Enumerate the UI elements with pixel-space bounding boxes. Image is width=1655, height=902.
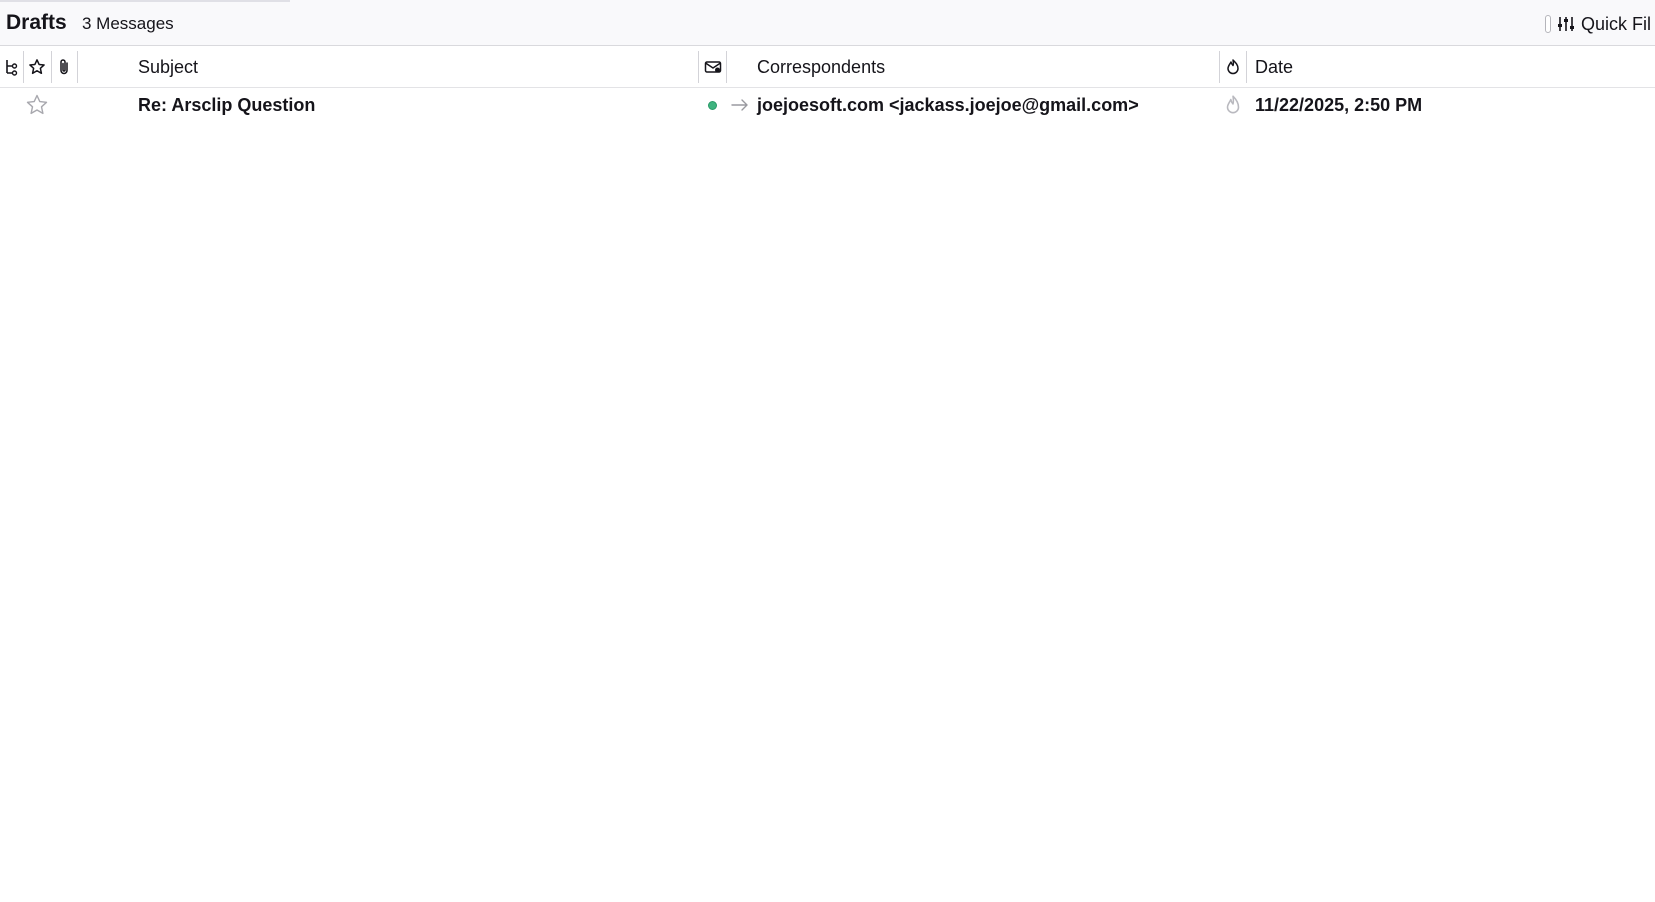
date-column-header[interactable]: Date: [1255, 47, 1645, 87]
column-separator[interactable]: [1246, 51, 1247, 83]
subject-column-header[interactable]: Subject: [138, 47, 698, 87]
attachment-column-header[interactable]: [52, 47, 76, 87]
paperclip-icon: [57, 58, 71, 76]
star-outline-icon[interactable]: [25, 93, 49, 117]
read-status-icon: [704, 59, 722, 75]
unread-dot-icon[interactable]: [708, 100, 717, 110]
arrow-right-icon: [731, 98, 749, 112]
junk-flame-icon[interactable]: [1224, 94, 1242, 116]
quick-filter-toggle[interactable]: [1545, 15, 1551, 33]
message-correspondents: joejoesoft.com <jackass.joejoe@gmail.com…: [757, 95, 1139, 115]
junk-status-icon: [1225, 58, 1241, 76]
star-icon: [28, 58, 46, 76]
message-row[interactable]: Re: Arsclip Question joejoesoft.com <jac…: [0, 88, 1655, 122]
folder-header: Drafts 3 Messages Quick Fil: [0, 0, 1655, 46]
thread-icon: [4, 58, 18, 76]
message-junk-toggle[interactable]: [1220, 88, 1246, 122]
subject-column-label: Subject: [138, 57, 199, 77]
message-date-cell[interactable]: 11/22/2025, 2:50 PM: [1255, 88, 1645, 122]
date-column-label: Date: [1255, 57, 1294, 77]
message-read-status-toggle[interactable]: [699, 88, 726, 122]
column-separator[interactable]: [726, 51, 727, 83]
quick-filter-label: Quick Fil: [1581, 14, 1652, 34]
thread-column-header[interactable]: [0, 47, 22, 87]
quick-filter-button[interactable]: Quick Fil: [1545, 12, 1651, 36]
message-subject: Re: Arsclip Question: [138, 95, 316, 115]
junk-status-column-header[interactable]: [1220, 47, 1246, 87]
filter-sliders-icon: [1557, 15, 1575, 33]
correspondents-column-label: Correspondents: [757, 57, 886, 77]
message-subject-cell[interactable]: Re: Arsclip Question: [138, 88, 693, 122]
message-correspondents-cell[interactable]: joejoesoft.com <jackass.joejoe@gmail.com…: [757, 88, 1217, 122]
message-date: 11/22/2025, 2:50 PM: [1255, 95, 1423, 115]
message-count: 3 Messages: [82, 14, 174, 33]
message-direction: [729, 88, 751, 122]
folder-name: Drafts: [6, 11, 67, 34]
read-status-column-header[interactable]: [699, 47, 726, 87]
message-star-toggle[interactable]: [24, 88, 50, 122]
message-list-column-header: Subject Correspondents Date: [0, 47, 1655, 88]
star-column-header[interactable]: [24, 47, 50, 87]
column-separator[interactable]: [77, 51, 78, 83]
header-accent-line: [0, 0, 290, 2]
correspondents-column-header[interactable]: Correspondents: [757, 47, 1217, 87]
